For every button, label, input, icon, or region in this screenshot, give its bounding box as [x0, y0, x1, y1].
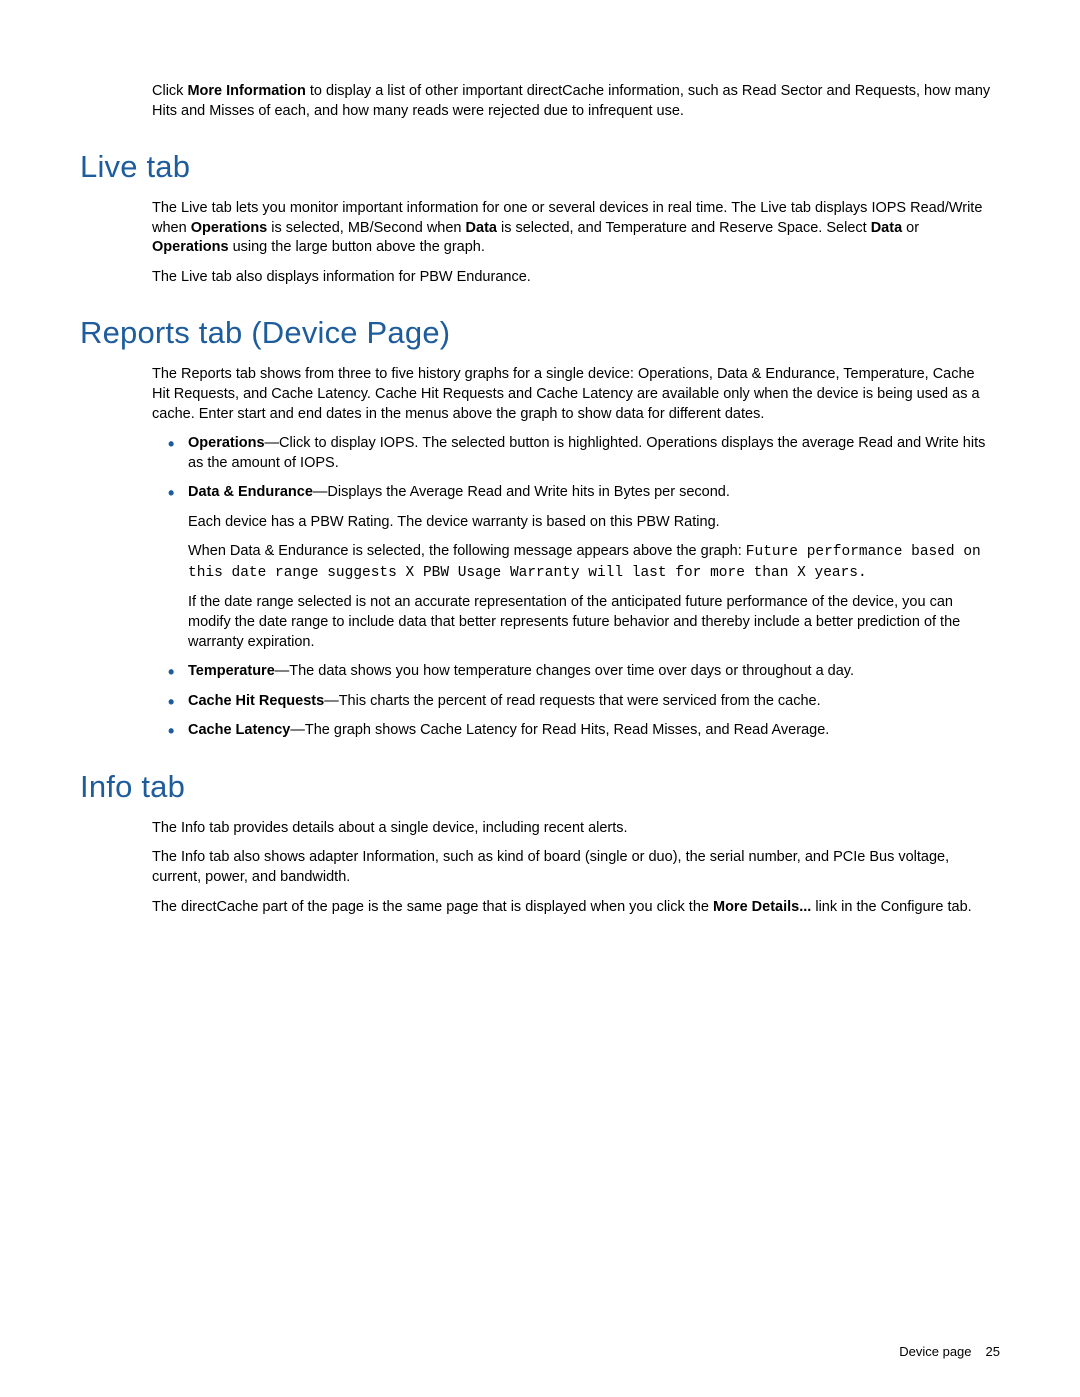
- item-label: Operations: [188, 435, 265, 451]
- item-sub: When Data & Endurance is selected, the f…: [188, 542, 992, 583]
- text: The directCache part of the page is the …: [152, 899, 713, 915]
- item-sub: If the date range selected is not an acc…: [188, 593, 992, 652]
- data-label: Data: [871, 220, 902, 236]
- item-label: Cache Hit Requests: [188, 693, 324, 709]
- live-p1: The Live tab lets you monitor important …: [152, 199, 996, 258]
- text: is selected, and Temperature and Reserve…: [497, 220, 871, 236]
- reports-p1: The Reports tab shows from three to five…: [152, 365, 996, 424]
- live-tab-heading: Live tab: [80, 149, 1000, 185]
- item-sub: Each device has a PBW Rating. The device…: [188, 513, 992, 533]
- item-text: —The data shows you how temperature chan…: [275, 663, 854, 679]
- info-p1: The Info tab provides details about a si…: [152, 819, 996, 839]
- reports-list: Operations—Click to display IOPS. The se…: [152, 434, 996, 741]
- list-item: Temperature—The data shows you how tempe…: [188, 662, 992, 682]
- info-p3: The directCache part of the page is the …: [152, 898, 996, 918]
- intro-block: Click More Information to display a list…: [152, 82, 996, 121]
- list-item: Data & Endurance—Displays the Average Re…: [188, 483, 992, 652]
- live-p2: The Live tab also displays information f…: [152, 268, 996, 288]
- footer-label: Device page: [899, 1344, 971, 1359]
- page-number: 25: [986, 1344, 1000, 1359]
- more-details-label: More Details...: [713, 899, 811, 915]
- text: using the large button above the graph.: [229, 239, 485, 255]
- list-item: Operations—Click to display IOPS. The se…: [188, 434, 992, 473]
- item-label: Cache Latency: [188, 722, 290, 738]
- item-text: —Click to display IOPS. The selected but…: [188, 435, 985, 471]
- text: Click: [152, 83, 187, 99]
- more-information-label: More Information: [187, 83, 305, 99]
- text: link in the Configure tab.: [811, 899, 971, 915]
- info-p2: The Info tab also shows adapter Informat…: [152, 848, 996, 887]
- item-text: —This charts the percent of read request…: [324, 693, 820, 709]
- reports-tab-block: The Reports tab shows from three to five…: [152, 365, 996, 740]
- page-footer: Device page 25: [899, 1344, 1000, 1359]
- text: or: [902, 220, 919, 236]
- item-label: Data & Endurance: [188, 484, 313, 500]
- list-item: Cache Hit Requests—This charts the perce…: [188, 692, 992, 712]
- operations-label: Operations: [191, 220, 268, 236]
- reports-tab-heading: Reports tab (Device Page): [80, 315, 1000, 351]
- item-text: —The graph shows Cache Latency for Read …: [290, 722, 829, 738]
- intro-paragraph: Click More Information to display a list…: [152, 82, 996, 121]
- item-text: —Displays the Average Read and Write hit…: [313, 484, 730, 500]
- live-tab-block: The Live tab lets you monitor important …: [152, 199, 996, 287]
- info-tab-heading: Info tab: [80, 769, 1000, 805]
- text: When Data & Endurance is selected, the f…: [188, 543, 746, 559]
- operations-label: Operations: [152, 239, 229, 255]
- text: is selected, MB/Second when: [267, 220, 465, 236]
- info-tab-block: The Info tab provides details about a si…: [152, 819, 996, 917]
- list-item: Cache Latency—The graph shows Cache Late…: [188, 721, 992, 741]
- item-label: Temperature: [188, 663, 275, 679]
- data-label: Data: [466, 220, 497, 236]
